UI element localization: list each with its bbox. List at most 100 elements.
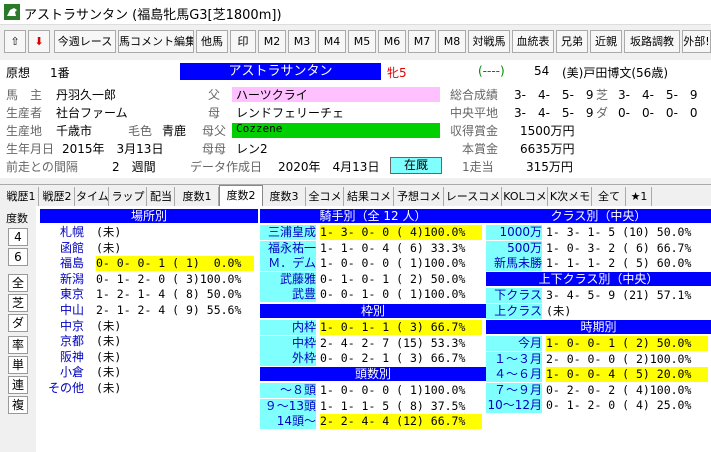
interval-label: 前走との間隔 [6,160,78,174]
pedigree-button[interactable]: 血統表 [512,30,554,53]
rate-button[interactable]: 率 [8,336,28,354]
win-button[interactable]: 単 [8,356,28,374]
jockey-row-value: 0- 1- 0- 1 ( 2) 50.0% [320,271,466,286]
class-row-label: 新馬未勝 [486,256,542,272]
weight: 54 [534,64,550,78]
data-date: 2020年 4月13日 [278,160,380,174]
tab-lap[interactable]: ラップ [110,187,147,206]
total-label: 総合成績 [450,88,499,102]
venue-row-value: (未) [96,349,122,364]
venue-header: 場所別 [40,209,258,223]
tab-kol-comments[interactable]: KOLコメ [503,187,548,206]
jockey-row-value: 1- 3- 0- 0 ( 4)100.0% [320,225,482,240]
m5-button[interactable]: M5 [348,30,376,53]
horse-number: 1番 [50,66,70,80]
filter-4-button[interactable]: 4 [8,228,28,246]
tab-history2[interactable]: 戦歴2 [40,187,75,206]
m4-button[interactable]: M4 [318,30,346,53]
earn-label: 収得賞金 [450,124,499,138]
venue-row-value: 0- 1- 2- 0 ( 3)100.0% [96,271,242,286]
m6-button[interactable]: M6 [378,30,406,53]
birthplace: 千歳市 [56,124,93,138]
post-row-label: 内枠 [260,320,316,335]
updown-header: 上下クラス別（中央） [486,272,711,286]
dam-dam: レン2 [236,142,268,156]
tab-freq1[interactable]: 度数1 [176,187,219,206]
prize-label: 本賞金 [462,142,499,156]
season-row-value: 1- 0- 0- 1 ( 2) 50.0% [546,336,708,351]
stable-status: 在厩 [390,157,442,174]
post-row-value: 0- 0- 2- 1 ( 3) 66.7% [320,351,466,366]
tab-time[interactable]: タイム [76,187,109,206]
venue-row-label: 中山 [59,303,84,317]
post-row-label: 中枠 [260,335,316,351]
field-row-value: 2- 2- 4- 4 (12) 66.7% [320,414,482,430]
tab-all[interactable]: 全て [593,187,626,206]
m7-button[interactable]: M7 [408,30,436,53]
bms-label: 母父 [202,124,227,138]
turf-button[interactable]: 芝 [8,294,28,312]
arrow-down-icon[interactable]: ⬇ [28,30,50,53]
dam2-label: 母母 [202,142,227,156]
tab-history1[interactable]: 戦歴1 [4,187,39,206]
dirt-button[interactable]: ダ [8,314,28,332]
all-surface-button[interactable]: 全 [8,274,28,292]
external-button[interactable]: 外部! [682,30,711,53]
field-row-value: 1- 1- 1- 5 ( 8) 37.5% [320,398,466,413]
sire-label: 父 [208,88,221,102]
place-button[interactable]: 複 [8,396,28,414]
venue-row-value: 2- 1- 2- 4 ( 9) 55.6% [96,303,242,317]
tab-freq2[interactable]: 度数2 [219,185,263,208]
venue-row-label: 阪神 [59,349,84,364]
venue-row-label: 新潟 [59,271,84,286]
arrow-up-icon[interactable]: ⇧ [4,30,26,53]
tab-bar: 戦歴1 戦歴2 タイム ラップ 配当 度数1 度数2 度数3 全コメ 結果コメ … [0,184,711,208]
mark-button[interactable]: 印 [230,30,256,53]
tab-payout[interactable]: 配当 [148,187,175,206]
venue-row-label: 京都 [59,334,84,349]
horse-comment-edit-button[interactable]: 馬コメント編集 [118,30,194,53]
status-label: 原想 [6,66,31,80]
venue-row-value: (未) [96,240,122,255]
m2-button[interactable]: M2 [258,30,286,53]
tab-race-comments[interactable]: レースコメ [445,187,502,206]
breeder-label: 生産者 [6,106,43,120]
dam-label: 母 [208,106,221,120]
tab-freq3[interactable]: 度数3 [263,187,306,206]
field-row-label: ９～13頭 [260,398,316,414]
class-row-label: 1000万 [486,225,542,240]
venue-row-value: (未) [96,334,122,349]
jockey-row-label: 福永祐一 [260,240,316,256]
venue-row-label: 函館 [59,240,84,255]
tab-k-memo[interactable]: K次メモ [549,187,592,206]
coat: 青鹿 [162,124,187,138]
venue-row-value: (未) [96,381,122,395]
tab-prediction-comments[interactable]: 予想コメ [395,187,444,206]
m3-button[interactable]: M3 [288,30,316,53]
breeder: 社台ファーム [56,106,128,120]
m8-button[interactable]: M8 [438,30,466,53]
main-prize: 6635万円 [520,142,575,156]
relatives-button[interactable]: 近親 [590,30,622,53]
interval: 2 週間 [112,160,156,174]
slope-training-button[interactable]: 坂路調教 [624,30,680,53]
this-week-race-button[interactable]: 今週レース [54,30,116,53]
updown-row-value: (未) [546,303,572,318]
broodmare-sire: Cozzene [236,122,283,135]
venue-row-value: 1- 2- 1- 4 ( 8) 50.0% [96,287,242,302]
siblings-button[interactable]: 兄弟 [556,30,588,53]
other-horse-button[interactable]: 他馬 [196,30,228,53]
owner: 丹羽久一郎 [56,88,117,102]
tab-result-comments[interactable]: 結果コメ [345,187,394,206]
owner-label: 馬 主 [6,88,43,102]
season-row-label: ７～９月 [486,382,542,398]
venue-row-value: (未) [96,365,122,380]
tab-all-comments[interactable]: 全コメ [307,187,344,206]
turf-label: 芝 [596,88,609,102]
season-header: 時期別 [486,320,711,334]
quinella-button[interactable]: 連 [8,376,28,394]
filter-6-button[interactable]: 6 [8,248,28,266]
rival-horse-button[interactable]: 対戦馬 [468,30,510,53]
dirt-record: 0- 0- 0- 0 [618,106,698,120]
tab-star1[interactable]: ★1 [627,187,652,206]
